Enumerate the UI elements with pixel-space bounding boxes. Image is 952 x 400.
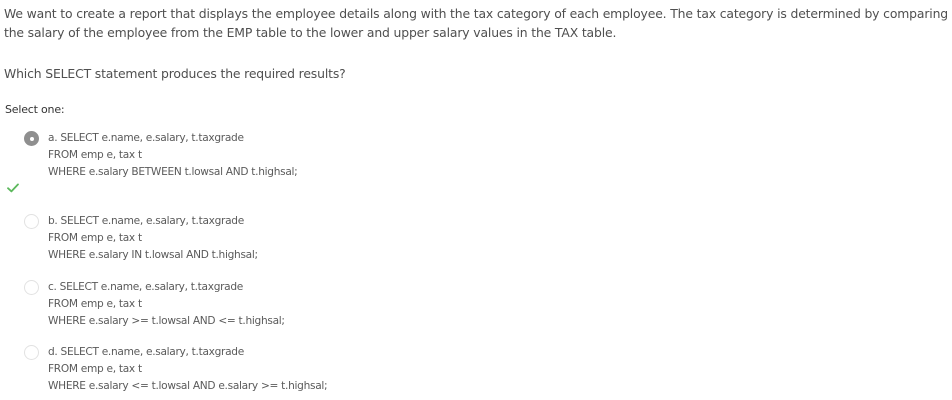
radio-dot: [30, 137, 34, 141]
answer-text-b[interactable]: b. SELECT e.name, e.salary, t.taxgrade F…: [48, 213, 258, 264]
answer-option-a[interactable]: a. SELECT e.name, e.salary, t.taxgrade F…: [24, 130, 298, 181]
answer-line: WHERE e.salary BETWEEN t.lowsal AND t.hi…: [48, 166, 298, 178]
radio-button-d[interactable]: [24, 345, 39, 360]
answer-line: WHERE e.salary <= t.lowsal AND e.salary …: [48, 380, 328, 392]
radio-button-a[interactable]: [24, 131, 39, 146]
answer-text-d[interactable]: d. SELECT e.name, e.salary, t.taxgrade F…: [48, 344, 328, 395]
question-text: We want to create a report that displays…: [4, 4, 949, 42]
radio-button-c[interactable]: [24, 280, 39, 295]
question-stem: We want to create a report that displays…: [4, 6, 948, 40]
answer-line: WHERE e.salary >= t.lowsal AND <= t.high…: [48, 315, 285, 327]
answer-line: FROM emp e, tax t: [48, 149, 142, 161]
answer-line: a. SELECT e.name, e.salary, t.taxgrade: [48, 132, 244, 144]
answer-option-d[interactable]: d. SELECT e.name, e.salary, t.taxgrade F…: [24, 344, 328, 395]
answer-text-c[interactable]: c. SELECT e.name, e.salary, t.taxgrade F…: [48, 279, 285, 330]
answer-line: c. SELECT e.name, e.salary, t.taxgrade: [48, 281, 244, 293]
answer-option-c[interactable]: c. SELECT e.name, e.salary, t.taxgrade F…: [24, 279, 285, 330]
answer-text-a[interactable]: a. SELECT e.name, e.salary, t.taxgrade F…: [48, 130, 298, 181]
answer-option-b[interactable]: b. SELECT e.name, e.salary, t.taxgrade F…: [24, 213, 258, 264]
radio-button-b[interactable]: [24, 214, 39, 229]
answer-line: FROM emp e, tax t: [48, 232, 142, 244]
answer-line: FROM emp e, tax t: [48, 363, 142, 375]
answer-line: FROM emp e, tax t: [48, 298, 142, 310]
answer-line: b. SELECT e.name, e.salary, t.taxgrade: [48, 215, 244, 227]
select-one-label: Select one:: [5, 103, 65, 116]
question-prompt: Which SELECT statement produces the requ…: [4, 66, 346, 81]
check-icon: [7, 183, 19, 193]
answer-line: d. SELECT e.name, e.salary, t.taxgrade: [48, 346, 244, 358]
answer-line: WHERE e.salary IN t.lowsal AND t.highsal…: [48, 249, 258, 261]
